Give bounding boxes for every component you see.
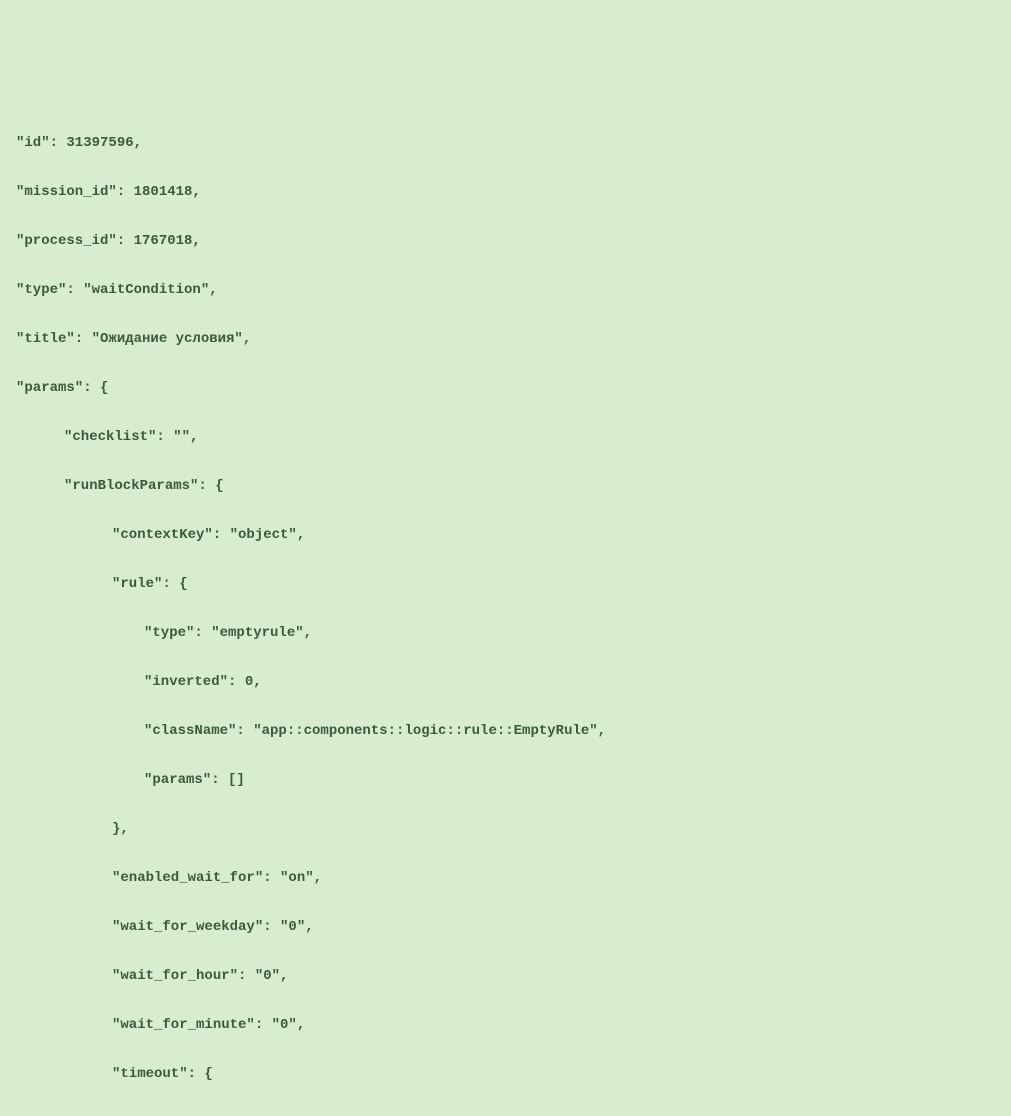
code-line: "wait_for_minute": "0",	[16, 1013, 995, 1038]
code-line: "parts": {	[16, 1111, 995, 1116]
code-line: "mission_id": 1801418,	[16, 180, 995, 205]
code-line: "params": {	[16, 376, 995, 401]
code-line: "rule": {	[16, 572, 995, 597]
code-line: "title": "Ожидание условия",	[16, 327, 995, 352]
code-line: "checklist": "",	[16, 425, 995, 450]
code-line: },	[16, 817, 995, 842]
code-line: "contextKey": "object",	[16, 523, 995, 548]
code-line: "type": "waitCondition",	[16, 278, 995, 303]
code-line: "process_id": 1767018,	[16, 229, 995, 254]
code-line: "params": []	[16, 768, 995, 793]
json-code-block: "id": 31397596, "mission_id": 1801418, "…	[16, 106, 995, 1116]
code-line: "id": 31397596,	[16, 131, 995, 156]
code-line: "type": "emptyrule",	[16, 621, 995, 646]
code-line: "wait_for_weekday": "0",	[16, 915, 995, 940]
code-line: "timeout": {	[16, 1062, 995, 1087]
code-line: "inverted": 0,	[16, 670, 995, 695]
code-line: "enabled_wait_for": "on",	[16, 866, 995, 891]
code-line: "className": "app::components::logic::ru…	[16, 719, 995, 744]
code-line: "runBlockParams": {	[16, 474, 995, 499]
code-line: "wait_for_hour": "0",	[16, 964, 995, 989]
